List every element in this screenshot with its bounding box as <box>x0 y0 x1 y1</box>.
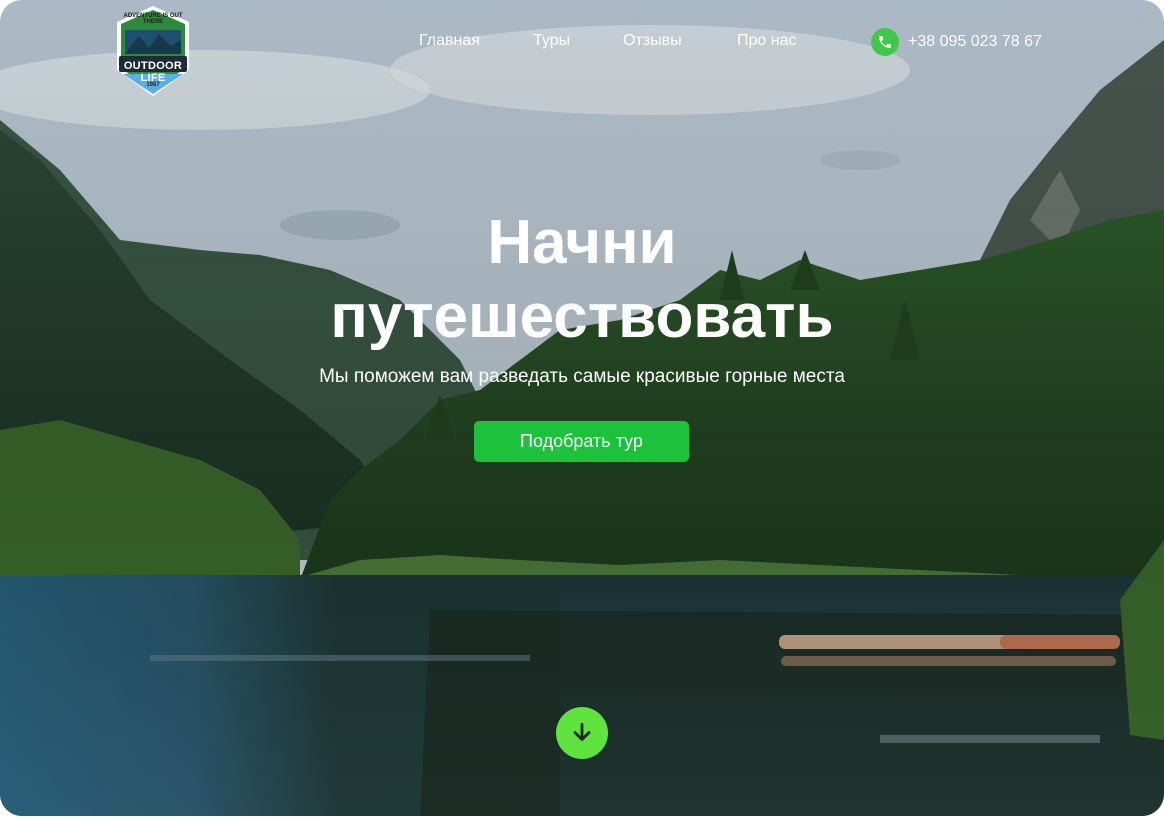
phone-icon <box>871 28 899 56</box>
hero-section: ADVENTURE IS OUT THERE OUTDOOR LIFE 1987… <box>0 0 1164 816</box>
hero-overlay <box>0 0 1164 816</box>
arrow-down-icon <box>573 722 591 741</box>
logo-year: 1987 <box>146 82 160 88</box>
phone-number[interactable]: +38 095 023 78 67 <box>908 33 1042 51</box>
nav-link-tours[interactable]: Туры <box>533 32 570 50</box>
nav-link-reviews[interactable]: Отзывы <box>623 32 682 50</box>
hero-subtitle: Мы поможем вам разведать самые красивые … <box>319 366 845 387</box>
nav-link-about[interactable]: Про нас <box>737 32 796 50</box>
scroll-down-button[interactable] <box>556 707 608 759</box>
logo-title: OUTDOOR LIFE <box>123 60 183 84</box>
hero-title-line-1: Начни <box>487 208 677 277</box>
logo[interactable]: ADVENTURE IS OUT THERE OUTDOOR LIFE 1987 <box>113 4 193 98</box>
hero-title-line-2: путешествовать <box>330 282 834 351</box>
select-tour-button[interactable]: Подобрать тур <box>474 421 689 462</box>
hero-title: Начни путешествовать <box>0 206 1164 354</box>
logo-tagline: ADVENTURE IS OUT THERE <box>123 13 183 25</box>
nav-link-home[interactable]: Главная <box>419 32 480 50</box>
phone-contact[interactable]: +38 095 023 78 67 <box>871 28 1042 56</box>
